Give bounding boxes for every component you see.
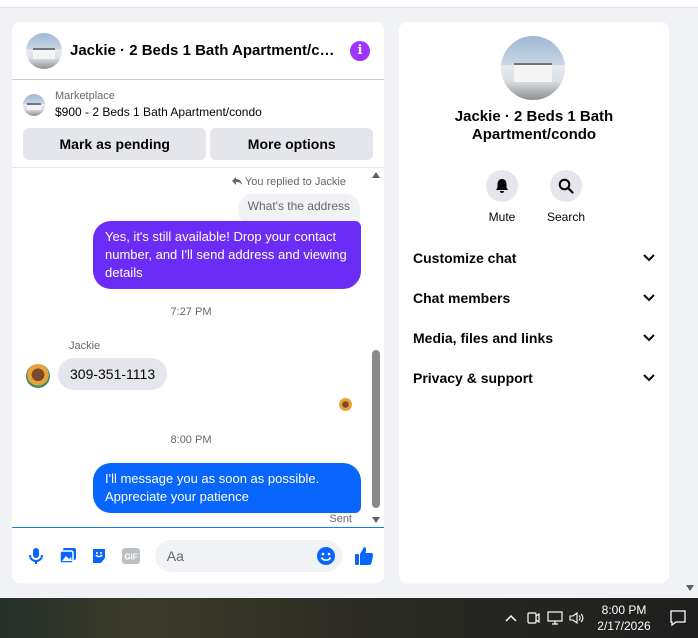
section-label: Customize chat [413,250,517,266]
listing-thumbnail [23,93,45,116]
reply-arrow-icon [231,177,242,185]
contact-avatar-large[interactable] [501,36,565,100]
sender-name: Jackie [69,340,101,352]
replied-note: You replied to Jackie [231,176,346,188]
message-composer: GIF [12,527,384,583]
section-label: Media, files and links [413,330,554,346]
chevron-down-icon [643,254,655,262]
photo-gallery-icon[interactable] [56,544,80,568]
listing-category: Marketplace [55,90,115,102]
top-strip [0,0,698,8]
bell-icon [486,170,518,202]
volume-icon[interactable] [566,598,588,638]
more-options-button[interactable]: More options [210,128,373,160]
chevron-down-icon [643,294,655,302]
seen-avatar-icon [339,398,352,411]
search-button[interactable]: Search [546,170,586,224]
svg-text:GIF: GIF [124,552,137,561]
page-scroll-down-arrow-icon[interactable] [686,585,694,591]
scroll-thumb[interactable] [372,350,380,508]
section-label: Privacy & support [413,370,533,386]
chevron-up-icon[interactable] [500,598,522,638]
info-icon[interactable]: i [350,40,370,61]
microphone-icon[interactable] [24,544,48,568]
chevron-down-icon [643,334,655,342]
chat-header: Jackie · 2 Beds 1 Bath Apartment/co... i [12,22,384,80]
listing-price-title: $900 - 2 Beds 1 Bath Apartment/condo [55,105,262,119]
timestamp: 8:00 PM [170,434,212,446]
incoming-message-bubble[interactable]: 309-351-1113 [58,358,168,390]
notification-center-icon[interactable] [658,598,698,638]
contact-avatar[interactable] [26,32,62,69]
message-input[interactable] [154,547,305,564]
section-label: Chat members [413,290,511,306]
chat-panel: Jackie · 2 Beds 1 Bath Apartment/co... i… [12,22,384,583]
chat-title[interactable]: Jackie · 2 Beds 1 Bath Apartment/co... [70,42,340,59]
mute-label: Mute [488,210,516,224]
section-customize-chat[interactable]: Customize chat [399,238,669,278]
section-chat-members[interactable]: Chat members [399,278,669,318]
marketplace-listing: Marketplace $900 - 2 Beds 1 Bath Apartme… [12,80,384,168]
message-list[interactable]: You replied to Jackie What's the address… [12,168,384,525]
replied-note-text: You replied to Jackie [244,176,346,188]
outgoing-message-bubble[interactable]: I'll message you as soon as possible. Ap… [93,463,361,513]
listing-summary[interactable]: Marketplace $900 - 2 Beds 1 Bath Apartme… [23,90,373,119]
windows-taskbar: 8:00 PM 2/17/2026 [0,598,698,638]
section-media-files-links[interactable]: Media, files and links [399,318,669,358]
scroll-down-arrow-icon[interactable] [372,517,380,523]
sticker-icon[interactable] [87,544,111,568]
system-tray: 8:00 PM 2/17/2026 [500,598,698,638]
search-icon [550,170,582,202]
timestamp: 7:27 PM [170,306,212,318]
thumbs-up-icon[interactable] [352,544,376,568]
section-privacy-support[interactable]: Privacy & support [399,358,669,398]
emoji-icon[interactable] [316,546,336,571]
message-scrollbar[interactable] [370,168,382,525]
network-icon[interactable] [544,598,566,638]
taskbar-clock[interactable]: 8:00 PM 2/17/2026 [590,602,658,634]
scroll-up-arrow-icon[interactable] [372,172,380,178]
mute-button[interactable]: Mute [482,170,522,224]
sender-avatar[interactable] [26,364,50,388]
mark-as-pending-button[interactable]: Mark as pending [23,128,207,160]
message-status: Sent [329,513,352,525]
chevron-down-icon [643,374,655,382]
meet-now-icon[interactable] [522,598,544,638]
search-label: Search [546,210,586,224]
clock-time: 8:00 PM [601,603,647,617]
conversation-name: Jackie · 2 Beds 1 Bath Apartment/condo [454,108,614,143]
outgoing-reply-bubble[interactable]: Yes, it's still available! Drop your con… [93,221,361,289]
message-input-container [154,539,343,572]
gif-icon[interactable]: GIF [119,544,143,568]
conversation-info-panel: Jackie · 2 Beds 1 Bath Apartment/condo M… [399,22,669,583]
clock-date: 2/17/2026 [597,619,651,633]
